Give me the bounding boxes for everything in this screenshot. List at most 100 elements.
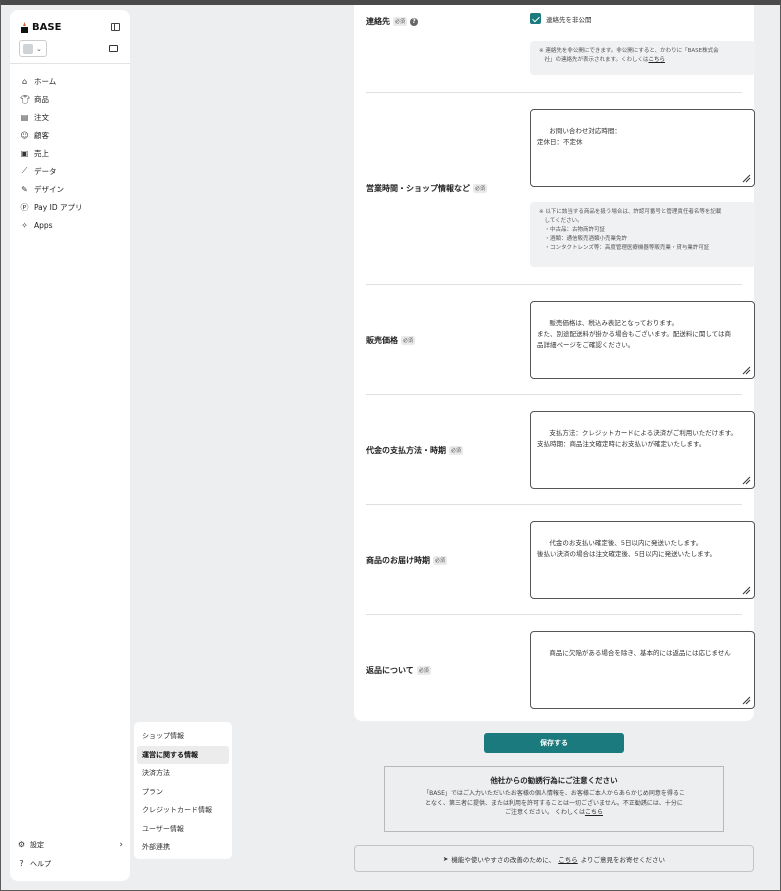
delivery-section: 商品のお届け時期 必須 代金のお支払い確定後、5日以内に発送いたします。 後払い… [366, 505, 755, 614]
sidebar-item-label: データ [34, 166, 57, 176]
submenu-item-plan[interactable]: プラン [137, 783, 229, 802]
sidebar-item-label: Apps [34, 220, 53, 230]
required-badge: 必須 [433, 556, 448, 565]
sidebar-item-label: Pay ID アプリ [34, 202, 83, 212]
price-label-text: 販売価格 [366, 336, 398, 345]
shirt-icon: 👕︎ [20, 94, 31, 104]
wallet-icon: ▣ [20, 148, 29, 158]
sidebar-item-label: 商品 [34, 94, 49, 104]
settings-label: 設定 [30, 840, 44, 849]
sidebar: BASE ⌄ ⌂ ホーム 👕︎ 商品 ▤ 注文 ☺ 顧客 ▣ 売上 ⟋ データ [10, 10, 130, 881]
contact-label: 連絡先 必須 ? [366, 16, 419, 27]
chevron-right-icon: › [119, 839, 123, 850]
submenu-item-user-info[interactable]: ユーザー情報 [137, 820, 229, 839]
hours-section: 営業時間・ショップ情報など 必須 お問い合わせ対応時間： 定休日：不定休 ※ 以… [366, 93, 755, 283]
warning-title: 他社からの勧誘行為にご注意ください [490, 776, 618, 785]
sidebar-collapse-icon[interactable] [111, 23, 120, 31]
brush-icon: ✎ [21, 184, 28, 194]
chevron-down-icon: ⌄ [36, 44, 42, 53]
required-badge: 必須 [393, 17, 408, 26]
sidebar-item-data[interactable]: ⟋ データ [20, 162, 82, 180]
payment-textarea[interactable]: 支払方法：クレジットカードによる決済がご利用いただけます。 支払時期：商品注文確… [530, 411, 755, 489]
mail-icon[interactable] [109, 45, 118, 52]
payment-label: 代金の支払方法・時期 必須 [366, 445, 464, 456]
sidebar-item-design[interactable]: ✎ デザイン [20, 180, 82, 198]
submenu-item-operations[interactable]: 運営に関する情報 [137, 745, 229, 764]
sidebar-item-sales[interactable]: ▣ 売上 [20, 144, 82, 162]
sidebar-item-products[interactable]: 👕︎ 商品 [20, 90, 82, 108]
resize-grip-icon[interactable] [742, 586, 751, 595]
sidebar-item-customers[interactable]: ☺ 顧客 [20, 126, 82, 144]
warning-body: 「BASE」ではご入力いただいたお客様の個人情報を、お客様ご本人からあらかじめ同… [395, 789, 713, 818]
shop-selector[interactable]: ⌄ [19, 40, 47, 57]
delivery-textarea[interactable]: 代金のお支払い確定後、5日以内に発送いたします。 後払い決済の場合は注文確定後、… [530, 521, 755, 599]
settings-submenu: ショップ情報 運営に関する情報 決済方法 プラン クレジットカード情報 ユーザー… [134, 722, 232, 859]
required-badge: 必須 [473, 184, 488, 193]
returns-value: 商品に欠陥がある場合を除き、基本的には返品には応じません [549, 649, 731, 657]
logo-text: BASE [32, 22, 62, 33]
sidebar-item-label: ホーム [34, 76, 57, 86]
submenu-item-credit-card[interactable]: クレジットカード情報 [137, 801, 229, 820]
sidebar-item-help[interactable]: ? ヘルプ [17, 854, 123, 873]
contact-section: 連絡先 必須 ? 連絡先を非公開 ※ 連絡先を非公開にできます。非公開にすると、… [366, 5, 755, 92]
submenu-item-integrations[interactable]: 外部連携 [137, 838, 229, 857]
send-icon: ➤ [442, 854, 449, 863]
required-badge: 必須 [449, 446, 464, 455]
contact-note-text: ※ 連絡先を非公開にできます。非公開にすると、かわりに「BASE株式会 社」の連… [539, 48, 719, 63]
user-icon: ☺ [20, 130, 29, 140]
price-label: 販売価格 必須 [366, 335, 416, 346]
resize-grip-icon[interactable] [742, 366, 751, 375]
hide-contact-checkbox[interactable] [530, 13, 541, 24]
order-icon: ▤ [20, 112, 29, 122]
feedback-link[interactable]: こちら [558, 854, 578, 864]
help-label: ヘルプ [30, 859, 51, 868]
submenu-item-payment-methods[interactable]: 決済方法 [137, 764, 229, 783]
payid-icon: Ⓟ [20, 202, 29, 212]
sidebar-item-label: 注文 [34, 112, 49, 122]
sidebar-item-home[interactable]: ⌂ ホーム [20, 72, 82, 90]
warning-body-text: 「BASE」ではご入力いただいたお客様の個人情報を、お客様ご本人からあらかじめ同… [423, 790, 685, 816]
delivery-value: 代金のお支払い確定後、5日以内に発送いたします。 後払い決済の場合は注文確定後、… [537, 539, 716, 558]
warning-link[interactable]: こちら [585, 809, 603, 816]
form-card: 連絡先 必須 ? 連絡先を非公開 ※ 連絡先を非公開にできます。非公開にすると、… [354, 5, 755, 721]
shop-thumbnail-icon [23, 43, 33, 54]
hours-label: 営業時間・ショップ情報など 必須 [366, 183, 488, 194]
chart-icon: ⟋ [21, 166, 28, 175]
sidebar-item-label: デザイン [34, 184, 64, 194]
logo[interactable]: BASE [20, 22, 61, 33]
home-icon: ⌂ [21, 76, 28, 86]
gear-icon: ⚙ [17, 840, 26, 849]
price-value: 販売価格は、税込み表記となっております。 また、別途配送料が掛かる場合もございま… [537, 319, 732, 349]
save-button[interactable]: 保存する [484, 733, 624, 753]
returns-textarea[interactable]: 商品に欠陥がある場合を除き、基本的には返品には応じません [530, 631, 755, 709]
help-circle-icon: ? [19, 859, 24, 868]
resize-grip-icon[interactable] [742, 696, 751, 705]
payment-section: 代金の支払方法・時期 必須 支払方法：クレジットカードによる決済がご利用いただけ… [366, 395, 755, 504]
sidebar-item-settings[interactable]: ⚙ 設定 › [17, 835, 123, 854]
resize-grip-icon[interactable] [742, 476, 751, 485]
sidebar-item-orders[interactable]: ▤ 注文 [20, 108, 82, 126]
base-logo-icon [21, 22, 28, 33]
help-icon[interactable]: ? [410, 17, 419, 26]
sidebar-item-apps[interactable]: ✧ Apps [20, 216, 82, 234]
sidebar-item-payid[interactable]: Ⓟ Pay ID アプリ [20, 198, 83, 216]
apps-icon: ✧ [21, 220, 28, 230]
returns-label: 返品について 必須 [366, 665, 431, 676]
contact-label-text: 連絡先 [366, 17, 390, 26]
payment-value: 支払方法：クレジットカードによる決済がご利用いただけます。 支払時期：商品注文確… [537, 429, 738, 448]
returns-label-text: 返品について [366, 666, 414, 675]
contact-note: ※ 連絡先を非公開にできます。非公開にすると、かわりに「BASE株式会 社」の連… [530, 41, 755, 75]
price-textarea[interactable]: 販売価格は、税込み表記となっております。 また、別途配送料が掛かる場合もございま… [530, 301, 755, 379]
hours-textarea[interactable]: お問い合わせ対応時間： 定休日：不定休 [530, 109, 755, 187]
sidebar-item-label: 顧客 [34, 130, 49, 140]
sidebar-bottom: ⚙ 設定 › ? ヘルプ [17, 835, 123, 873]
returns-section: 返品について 必須 商品に欠陥がある場合を除き、基本的には返品には応じません [366, 615, 755, 721]
resize-grip-icon[interactable] [742, 174, 751, 183]
submenu-item-shop-info[interactable]: ショップ情報 [137, 727, 229, 746]
delivery-label: 商品のお届け時期 必須 [366, 555, 448, 566]
feedback-suffix: よりご意見をお寄せください [580, 855, 666, 864]
feedback-prefix: 機能や使いやすさの改善のために、 [451, 855, 556, 864]
sidebar-item-label: 売上 [34, 148, 49, 158]
sidebar-nav: ⌂ ホーム 👕︎ 商品 ▤ 注文 ☺ 顧客 ▣ 売上 ⟋ データ ✎ デザイン … [20, 72, 82, 234]
contact-note-link[interactable]: こちら [648, 57, 665, 63]
